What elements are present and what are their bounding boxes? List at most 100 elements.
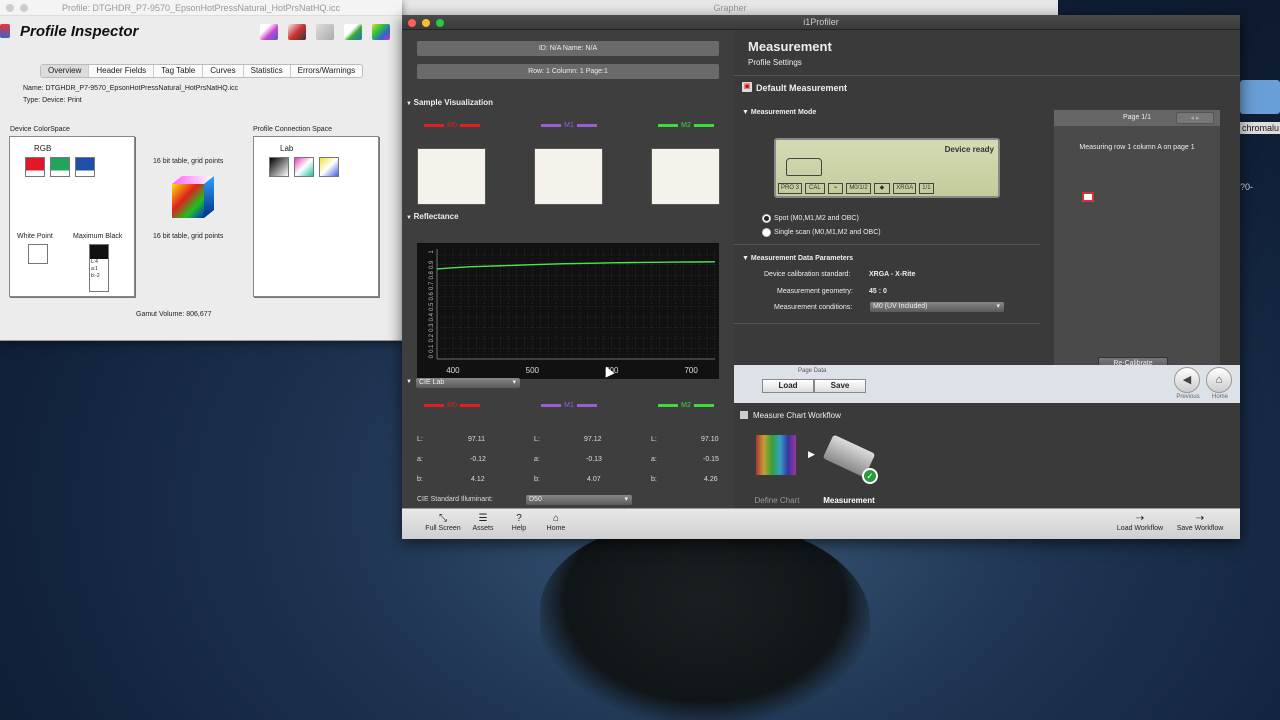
spot-label[interactable]: Spot (M0,M1,M2 and OBC) <box>774 215 859 222</box>
folder-icon[interactable] <box>1240 80 1280 114</box>
define-chart-label[interactable]: Define Chart <box>742 496 812 505</box>
conditions-dropdown[interactable]: M0 (UV Included) <box>870 302 1004 312</box>
gamut-cube-icon <box>172 176 214 218</box>
geom-label: Measurement geometry: <box>777 288 853 295</box>
i1-titlebar[interactable]: i1Profiler <box>402 15 1240 30</box>
profile-settings-sub: Profile Settings <box>748 58 802 67</box>
page-nav-arrows[interactable]: ◂ ▸ <box>1176 112 1214 124</box>
max-black-label: Maximum Black <box>73 233 123 240</box>
m1-a-label: a: <box>534 456 540 463</box>
single-scan-label[interactable]: Single scan (M0,M1,M2 and OBC) <box>774 229 881 236</box>
zoom-icon[interactable] <box>436 19 444 27</box>
tab-curves[interactable]: Curves <box>203 65 244 77</box>
spot-radio[interactable] <box>762 214 771 223</box>
close-icon[interactable] <box>6 4 14 12</box>
m2-l-value: 97.10 <box>701 436 719 443</box>
load-workflow-button[interactable]: ⇢ Load Workflow <box>1114 513 1166 532</box>
single-scan-radio[interactable] <box>762 228 771 237</box>
assets-button[interactable]: ☰ Assets <box>468 513 498 532</box>
m1-legend-2: M1 <box>534 402 604 409</box>
lab-l-swatch <box>269 157 289 177</box>
print-profile-icon[interactable] <box>288 24 306 40</box>
mdp-header[interactable]: ▼ Measurement Data Parameters <box>742 255 853 262</box>
help-button[interactable]: ? Help <box>506 513 532 532</box>
arrow-right-icon: ▶ <box>808 449 815 459</box>
dcs-value: XRGA - X-Rite <box>869 271 916 278</box>
cie-dropdown[interactable]: CIE Lab <box>416 378 520 388</box>
patch-marker-icon <box>1082 192 1094 202</box>
m2-legend-2: M2 <box>651 402 721 409</box>
tab-errors-warnings[interactable]: Errors/Warnings <box>291 65 363 77</box>
load-button[interactable]: Load <box>762 379 814 393</box>
x-tick-label: 400 <box>446 366 460 375</box>
profile-icon[interactable] <box>260 24 278 40</box>
y-tick-label: 0.9 <box>429 260 435 269</box>
m1-legend: M1 <box>534 122 604 129</box>
lcd-page: 1/1 <box>919 183 934 194</box>
gamut-volume: Gamut Volume: 806,677 <box>136 311 212 318</box>
illuminant-label: CIE Standard Illuminant: <box>417 496 493 503</box>
x-tick-label: 700 <box>684 366 698 375</box>
gamut-icon[interactable] <box>372 24 390 40</box>
desktop-file-label[interactable]: chromalu <box>1240 122 1280 134</box>
pi-titlebar[interactable]: Profile: DTGHDR_P7-9570_EpsonHotPressNat… <box>0 0 402 16</box>
grapher-titlebar[interactable]: Grapher <box>402 0 1058 16</box>
cie-toggle[interactable] <box>406 376 416 385</box>
y-tick-label: 0.5 <box>429 302 435 311</box>
graph-icon[interactable] <box>344 24 362 40</box>
profile-type: Type: Device: Print <box>23 97 82 104</box>
minimize-icon[interactable] <box>20 4 28 12</box>
app-logo-icon <box>0 24 10 38</box>
assets-icon: ☰ <box>478 513 488 524</box>
tab-tag-table[interactable]: Tag Table <box>154 65 204 77</box>
save-workflow-button[interactable]: ⇢ Save Workflow <box>1172 513 1228 532</box>
page-data-bar: Page Data Load Save ◀ Previous ⌂ Home <box>734 365 1240 403</box>
sample-vis-header[interactable]: Sample Visualization <box>406 98 493 107</box>
rgb-label: RGB <box>34 144 52 153</box>
previous-icon[interactable]: ◀ <box>1174 367 1200 393</box>
m0-sample <box>417 148 486 205</box>
home-label: Home <box>1211 394 1228 400</box>
blue-swatch <box>75 157 95 177</box>
reflectance-header[interactable]: Reflectance <box>406 212 459 221</box>
geom-value: 45 : 0 <box>869 288 887 295</box>
tab-overview[interactable]: Overview <box>41 65 90 77</box>
tab-statistics[interactable]: Statistics <box>244 65 291 77</box>
home-toolbar-button[interactable]: ⌂ Home <box>542 513 570 532</box>
m2-a-label: a: <box>651 456 657 463</box>
device-colorspace-panel: RGB White Point Maximum Black L:4 a:1 b:… <box>9 136 135 297</box>
load-workflow-icon: ⇢ <box>1135 513 1145 524</box>
bottom-toolbar: ⤡ Full Screen ☰ Assets ? Help ⌂ Home ⇢ Load W… <box>402 508 1240 539</box>
y-tick-label: 0.8 <box>429 271 435 280</box>
reflectance-chart: 10.90.80.70.60.50.40.30.20.10400 500 600 70… <box>417 243 719 379</box>
measurement-step-label[interactable]: Measurement <box>814 496 884 505</box>
lcd-pro3: PRO 3 <box>778 183 803 194</box>
cond-label: Measurement conditions: <box>774 304 853 311</box>
m2-a-value: -0.15 <box>703 456 719 463</box>
define-chart-icon[interactable] <box>756 435 796 475</box>
m0-legend: M0 <box>417 122 487 129</box>
profile-name: Name: DTGHDR_P7-9570_EpsonHotPressNatura… <box>23 85 239 92</box>
home-icon[interactable]: ⌂ <box>1206 367 1232 393</box>
settings-icon[interactable]: ▣ <box>742 82 752 92</box>
m1-a-value: -0.13 <box>586 456 602 463</box>
full-screen-button[interactable]: ⤡ Full Screen <box>422 513 464 532</box>
y-tick-label: 0 <box>429 354 435 358</box>
home-toolbar-icon: ⌂ <box>552 513 560 524</box>
measurement-mode-header[interactable]: ▼ Measurement Mode <box>742 109 816 116</box>
close-icon[interactable] <box>408 19 416 27</box>
divider <box>734 323 1040 324</box>
minimize-icon[interactable] <box>422 19 430 27</box>
table-info-top: 16 bit table, grid points <box>153 158 224 165</box>
m2-b-label: b: <box>651 476 657 483</box>
save-button[interactable]: Save <box>814 379 866 393</box>
m2-l-label: L: <box>651 436 657 443</box>
tab-header-fields[interactable]: Header Fields <box>89 65 155 77</box>
check-icon: ✓ <box>862 468 878 484</box>
m1-b-label: b: <box>534 476 540 483</box>
pi-tabbar: Overview Header Fields Tag Table Curves … <box>40 64 364 78</box>
workflow-icon <box>740 411 748 419</box>
illuminant-dropdown[interactable]: D50 <box>526 495 632 505</box>
device-icon[interactable] <box>316 24 334 40</box>
m0-l-value: 97.11 <box>468 436 485 443</box>
